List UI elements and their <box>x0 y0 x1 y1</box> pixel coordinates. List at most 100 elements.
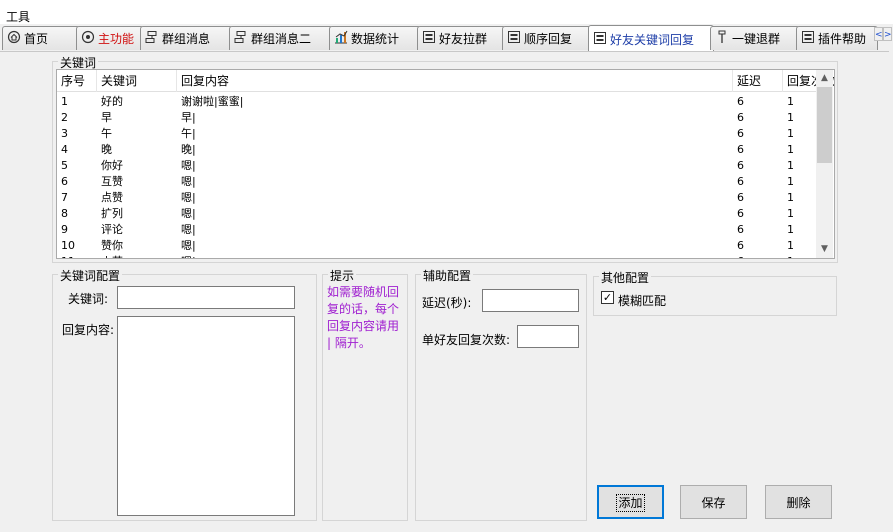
tab-label: 主功能 <box>98 32 135 46</box>
cell-delay: 6 <box>733 254 783 258</box>
tab-1[interactable]: 首页 <box>2 26 80 50</box>
menu-tools[interactable]: 工具 <box>6 8 30 25</box>
tab-2[interactable]: 主功能 <box>76 26 144 50</box>
cell-index: 11 <box>57 254 97 258</box>
other-config-title: 其他配置 <box>599 269 652 286</box>
add-button[interactable]: 添加 <box>597 485 664 519</box>
tab-label: 插件帮助 <box>818 32 867 46</box>
delay-input[interactable] <box>482 289 579 312</box>
cell-reply: 嗯| <box>181 223 196 236</box>
reply-count-input[interactable] <box>517 325 579 348</box>
tab-5[interactable]: 数据统计 <box>329 26 421 50</box>
table-row[interactable]: 4 晚晚| 6 1 <box>57 142 817 158</box>
cell-reply: 嗯| <box>181 175 196 188</box>
cell-reply: 晚| <box>181 143 196 156</box>
cell-keyword: 扩列 <box>101 207 123 220</box>
cell-reply: 嗯| <box>181 191 196 204</box>
tab-10[interactable]: 插件帮助 <box>796 26 878 50</box>
pin-icon <box>715 30 732 47</box>
keyword-table[interactable]: 序号 关键词 回复内容 延迟 回复次数 1 好的 谢谢啦|蜜蜜| 6 1 2 早早| 6 1 3 午… <box>56 69 835 259</box>
table-row[interactable]: 2 早早| 6 1 <box>57 110 817 126</box>
menu-bar: 工具 <box>0 0 893 24</box>
delay-label: 延迟(秒): <box>422 296 472 310</box>
document-icon <box>801 30 818 47</box>
cell-index: 6 <box>61 175 68 188</box>
save-button[interactable]: 保存 <box>680 485 747 519</box>
table-row[interactable]: 8 扩列 嗯| 6 1 <box>57 206 817 222</box>
tab-strip: 首页 主功能 群组消息 群组消息二 数据统计 好友拉群 顺序回复 好友关键词回复 一键退群 插件帮… <box>0 25 893 52</box>
table-row[interactable]: 1 好的 谢谢啦|蜜蜜| 6 1 <box>57 94 817 110</box>
cell-keyword: 评论 <box>101 223 123 236</box>
table-header: 序号 关键词 回复内容 延迟 回复次数 <box>57 70 834 92</box>
cell-keyword: 你好 <box>101 159 123 172</box>
hint-text: 如需要随机回复的话，每个回复内容请用 | 隔开。 <box>327 285 400 350</box>
table-row[interactable]: 5 你好 嗯| 6 1 <box>57 158 817 174</box>
column-header-index[interactable]: 序号 <box>57 70 97 92</box>
cell-reply: 嗯| <box>177 254 733 258</box>
table-vertical-scrollbar[interactable]: ▲ ▼ <box>816 70 833 258</box>
cell-keyword: 好的 <box>101 95 123 108</box>
tab-4[interactable]: 群组消息二 <box>229 26 333 50</box>
tab-scroll-left-button[interactable]: < <box>874 27 883 41</box>
cell-reply: 嗯| <box>181 159 196 172</box>
cell-index: 7 <box>61 191 68 204</box>
cell-index: 9 <box>61 223 68 236</box>
tab-scroll-arrows: < > <box>874 27 893 41</box>
fuzzy-match-checkbox[interactable]: ✓ <box>601 291 614 304</box>
keyword-input[interactable] <box>117 286 295 309</box>
cell-delay: 6 <box>737 191 744 204</box>
reply-content-textarea[interactable] <box>117 316 295 516</box>
scroll-down-arrow-icon[interactable]: ▼ <box>816 241 833 258</box>
cell-delay: 6 <box>737 175 744 188</box>
table-row[interactable]: 11火花嗯|61 <box>57 254 817 258</box>
column-header-delay[interactable]: 延迟 <box>733 70 783 92</box>
table-row[interactable]: 3 午午| 6 1 <box>57 126 817 142</box>
tab-label: 群组消息 <box>162 32 211 46</box>
cell-keyword: 火花 <box>97 254 177 258</box>
table-row[interactable]: 7 点赞 嗯| 6 1 <box>57 190 817 206</box>
fuzzy-match-label[interactable]: 模糊匹配 <box>618 292 666 309</box>
tab-label: 好友关键词回复 <box>610 32 695 47</box>
table-row[interactable]: 6 互赞 嗯| 6 1 <box>57 174 817 190</box>
reply-content-label: 回复内容: <box>62 323 115 337</box>
document-icon <box>422 30 439 47</box>
delete-button-label: 删除 <box>786 495 811 510</box>
table-row[interactable]: 9 评论 嗯| 6 1 <box>57 222 817 238</box>
cell-delay: 6 <box>737 223 744 236</box>
tab-6[interactable]: 好友拉群 <box>417 26 506 50</box>
cell-index: 5 <box>61 159 68 172</box>
table-row[interactable]: 10 赞你 嗯| 6 1 <box>57 238 817 254</box>
cell-delay: 6 <box>737 239 744 252</box>
tab-8[interactable]: 好友关键词回复 <box>588 25 714 52</box>
cell-delay: 6 <box>737 207 744 220</box>
cell-delay: 6 <box>737 127 744 140</box>
tab-label: 群组消息二 <box>251 32 312 46</box>
cell-index: 4 <box>61 143 68 156</box>
hint-title: 提示 <box>328 267 357 284</box>
reply-count-label: 单好友回复次数: <box>422 333 511 347</box>
tab-label: 一键退群 <box>732 32 781 46</box>
tab-label: 顺序回复 <box>524 32 573 46</box>
scroll-up-arrow-icon[interactable]: ▲ <box>816 70 833 87</box>
chart-icon <box>334 30 351 47</box>
keyword-label: 关键词: <box>68 292 109 306</box>
tab-label: 数据统计 <box>351 32 400 46</box>
cell-index: 2 <box>61 111 68 124</box>
delete-button[interactable]: 删除 <box>765 485 832 519</box>
gear-icon <box>81 30 98 47</box>
cell-delay: 6 <box>737 111 744 124</box>
cell-reply: 谢谢啦|蜜蜜| <box>181 95 244 108</box>
cell-reply: 早| <box>181 111 196 124</box>
tab-label: 首页 <box>24 32 49 46</box>
document-icon <box>593 31 610 48</box>
column-header-reply[interactable]: 回复内容 <box>177 70 733 92</box>
save-button-label: 保存 <box>701 495 726 510</box>
cell-index: 3 <box>61 127 68 140</box>
tab-3[interactable]: 群组消息 <box>140 26 233 50</box>
column-header-keyword[interactable]: 关键词 <box>97 70 177 92</box>
tab-7[interactable]: 顺序回复 <box>502 26 592 50</box>
keyword-config-title: 关键词配置 <box>58 267 123 284</box>
tab-9[interactable]: 一键退群 <box>710 26 800 50</box>
scrollbar-thumb[interactable] <box>817 87 832 163</box>
tab-scroll-right-button[interactable]: > <box>883 27 892 41</box>
